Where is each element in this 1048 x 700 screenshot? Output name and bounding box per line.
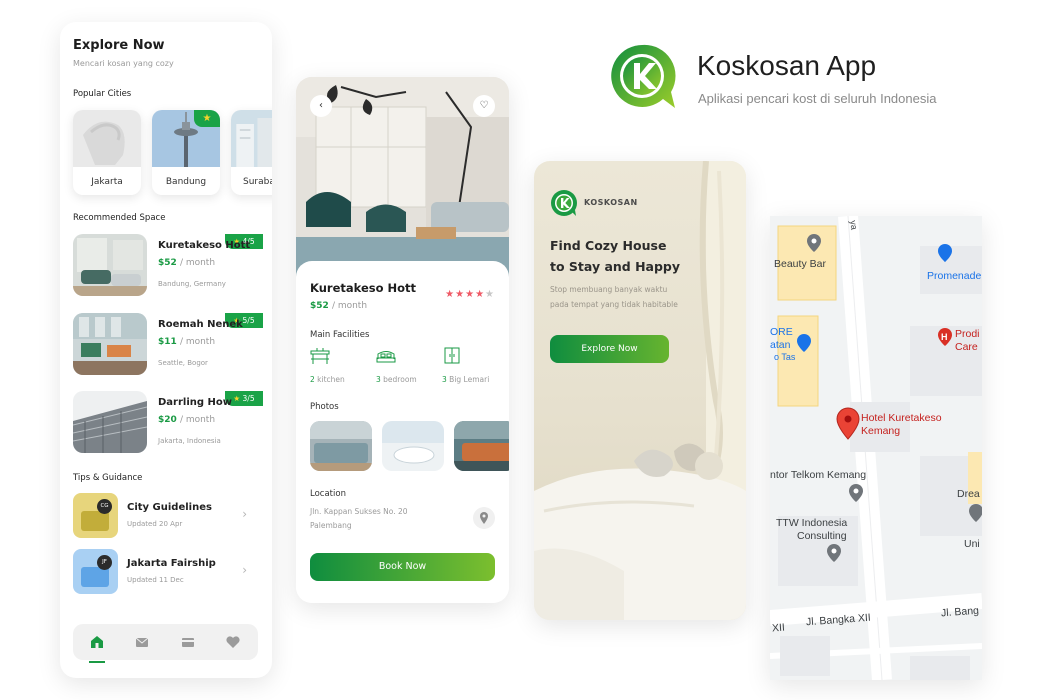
map-street-label: ya [848,219,860,231]
recommended-heading: Recommended Space [73,213,166,223]
space-image [73,234,147,296]
wishlist-heart-icon[interactable]: ♡ [473,95,495,117]
location-heading: Location [310,489,346,499]
bottom-nav [73,624,258,663]
tip-title: Jakarta Fairship [127,558,216,569]
space-name: Darrling How [158,397,233,408]
tip-updated: Updated 11 Dec [127,576,184,584]
space-card-roemah-nenek[interactable]: ★ 5/5 Roemah Nenek $11 / month Seattle, … [73,313,263,377]
map-place-label: atan [770,339,791,351]
koskosan-logo-icon [611,44,676,108]
photo-thumbnail[interactable] [310,421,372,471]
explore-now-button[interactable]: Explore Now [550,335,669,363]
map-place-label: ntor Telkom Kemang [770,469,867,481]
map-place-label: Care [955,341,978,353]
detail-name: Kuretakeso Hott [310,281,417,295]
map-place-label: Drea [957,488,980,500]
space-location: Bandung, Germany [158,280,226,288]
map-place-label: o Tas [774,352,796,362]
city-image [73,110,141,167]
map-street-label: XII [771,621,786,635]
book-now-button[interactable]: Book Now [310,553,495,581]
svg-text:H: H [941,332,948,342]
mail-icon[interactable] [134,634,150,650]
city-image [231,110,272,167]
space-card-kuretakeso[interactable]: ★ 4/5 Kuretakeso Hott $52 / month Bandun… [73,234,263,298]
space-name: Kuretakeso Hott [158,240,251,251]
home-icon[interactable] [89,634,105,650]
city-card-jakarta[interactable]: Jakarta [73,110,141,195]
space-location: Jakarta, Indonesia [158,437,221,445]
active-tab-indicator [89,661,105,663]
rating-stars: ★★★★★ [445,289,495,300]
guideline-doc-icon: JF [73,549,118,594]
map-place-label: TTW Indonesia [776,517,848,529]
hotel-map-label: Hotel Kuretakeso [861,412,942,424]
space-price: $20 / month [158,415,216,425]
explore-subtitle: Mencari kosan yang cozy [73,59,174,68]
splash-headline: Find Cozy House to Stay and Happy [550,238,681,274]
map-screen[interactable]: H ya Beauty Bar Promenade ORE atan o Tas… [770,216,982,680]
popular-cities-heading: Popular Cities [73,89,132,99]
city-card-surabaya[interactable]: Surabaya [231,110,272,195]
app-tagline: Aplikasi pencari kost di seluruh Indones… [698,91,937,106]
photos-heading: Photos [310,402,339,412]
wardrobe-icon [444,347,460,364]
facilities-heading: Main Facilities [310,330,370,340]
kitchen-icon [310,348,330,364]
hotel-map-label: Kemang [861,425,901,437]
space-image [73,313,147,375]
tip-title: City Guidelines [127,502,212,513]
space-price: $11 / month [158,337,216,347]
city-label: Jakarta [91,177,123,187]
bed-icon [376,351,396,363]
detail-sheet: Kuretakeso Hott $52 / month ★★★★★ Main F… [296,261,509,603]
explore-title: Explore Now [73,38,165,53]
bedroom-background-image [534,161,746,620]
koskosan-logo-icon [551,190,577,216]
photo-thumbnail[interactable] [454,421,509,471]
featured-star-icon: ★ [194,110,220,127]
space-name: Roemah Nenek [158,319,243,330]
card-icon[interactable] [180,634,196,650]
space-image [73,391,147,453]
map-pin-icon[interactable] [473,507,495,529]
back-button[interactable]: ‹ [310,95,332,117]
space-card-darrling-how[interactable]: ★ 3/5 Darrling How $20 / month Jakarta, … [73,391,263,455]
space-location: Seattle, Bogor [158,359,208,367]
map-place-label: Uni [964,538,980,550]
map-place-label: Beauty Bar [774,258,826,270]
tip-updated: Updated 20 Apr [127,520,183,528]
splash-screen: KOSKOSAN Find Cozy House to Stay and Hap… [534,161,746,620]
space-price: $52 / month [158,258,216,268]
splash-description: Stop membuang banyak waktu pada tempat y… [550,285,678,309]
map-place-label: Prodi [955,328,980,340]
map-place-label: Consulting [797,530,847,542]
tips-heading: Tips & Guidance [73,473,143,483]
chevron-right-icon[interactable]: › [242,563,247,577]
map-place-label: Promenade [927,270,982,282]
facility-lemari: 3 Big Lemari [442,347,509,384]
tip-city-guidelines[interactable]: CG City Guidelines Updated 20 Apr › [73,493,263,539]
detail-screen: ‹ ♡ Kuretakeso Hott $52 / month ★★★★★ Ma… [296,77,509,603]
guideline-doc-icon: CG [73,493,118,538]
facility-kitchen: 2 kitchen [310,347,380,384]
map-place-label: ORE [770,326,793,338]
splash-brand: KOSKOSAN [584,198,638,207]
heart-icon[interactable] [225,634,241,650]
photo-thumbnail[interactable] [382,421,444,471]
detail-price: $52 / month [310,301,368,311]
facility-bedroom: 3 bedroom [376,347,446,384]
city-card-bandung[interactable]: ★ Bandung [152,110,220,195]
tip-jakarta-fairship[interactable]: JF Jakarta Fairship Updated 11 Dec › [73,549,263,595]
chevron-right-icon[interactable]: › [242,507,247,521]
city-label: Bandung [165,177,207,187]
explore-screen: Explore Now Mencari kosan yang cozy Popu… [60,22,272,678]
city-label: Surabaya [243,177,272,187]
app-title: Koskosan App [697,50,877,81]
address: Jln. Kappan Sukses No. 20 Palembang [310,507,408,530]
